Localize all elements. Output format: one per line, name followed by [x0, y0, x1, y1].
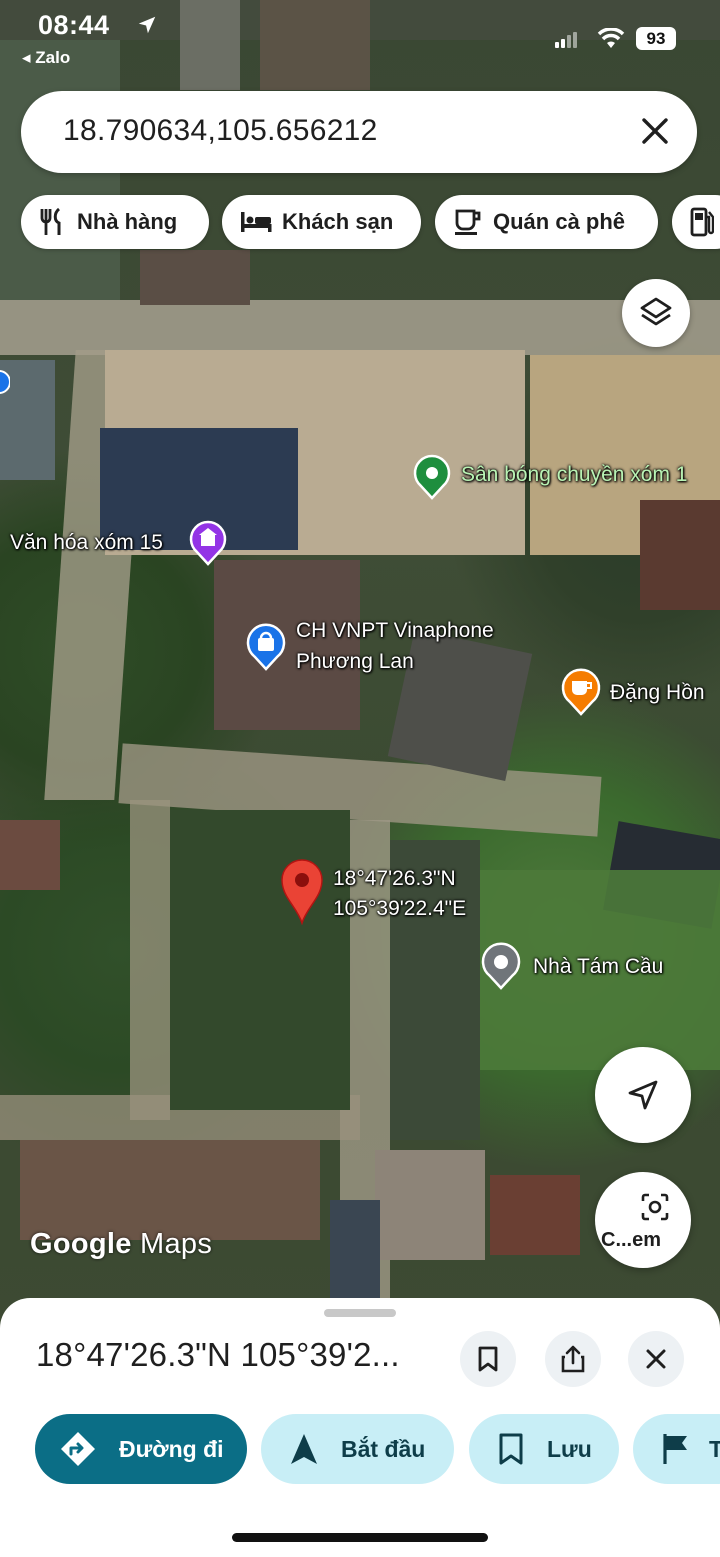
signal-icon [555, 32, 577, 48]
place-label-culture-house[interactable]: Văn hóa xóm 15 [10, 528, 163, 558]
chip-label: Nhà hàng [77, 209, 178, 234]
map-field [20, 1140, 320, 1240]
label-button-label: T [709, 1435, 720, 1462]
map-road [130, 800, 170, 1120]
status-time: 08:44 [38, 10, 110, 40]
map-building [640, 500, 720, 610]
place-label-vnpt-line1[interactable]: CH VNPT Vinaphone [296, 616, 494, 646]
search-bar[interactable]: 18.790634,105.656212 [21, 91, 697, 173]
map-building [140, 250, 250, 305]
navigation-arrow-icon [628, 1080, 658, 1110]
location-arrow-icon [138, 16, 156, 34]
camera-icon [641, 1193, 669, 1221]
maps-wordmark: Maps [140, 1228, 213, 1260]
directions-label: Đường đi [119, 1435, 224, 1462]
lens-label: C...em [601, 1229, 662, 1251]
bookmark-icon [499, 1433, 523, 1465]
map-building [330, 1200, 380, 1300]
chip-gas[interactable] [672, 195, 720, 249]
lens-button[interactable]: C...em [595, 1172, 691, 1268]
chip-hotels[interactable]: Khách sạn [222, 195, 421, 249]
save-icon-button[interactable] [460, 1331, 516, 1387]
restaurant-icon [40, 207, 61, 235]
back-to-app-link[interactable]: ◂ Zalo [22, 48, 70, 68]
start-button[interactable]: Bắt đầu [261, 1414, 454, 1484]
save-button[interactable]: Lưu [469, 1414, 619, 1484]
share-icon [561, 1345, 585, 1373]
share-button[interactable] [545, 1331, 601, 1387]
google-maps-attribution: Google Maps [30, 1228, 212, 1261]
map-field [170, 810, 350, 1110]
flag-icon [663, 1434, 687, 1464]
chip-label: Quán cà phê [493, 209, 626, 234]
my-location-button[interactable] [595, 1047, 691, 1143]
map-building [375, 1150, 485, 1260]
orange-cafe-pin[interactable] [560, 666, 602, 716]
close-sheet-button[interactable] [628, 1331, 684, 1387]
directions-button[interactable]: Đường đi [35, 1414, 247, 1484]
google-wordmark: Google [30, 1228, 132, 1260]
close-icon [646, 1349, 666, 1369]
map-building [0, 820, 60, 890]
place-title: 18°47'26.3"N 105°39'2... [36, 1336, 400, 1373]
save-label: Lưu [547, 1435, 592, 1462]
directions-icon [61, 1432, 95, 1466]
place-label-volleyball[interactable]: Sân bóng chuyền xóm 1 [461, 460, 688, 490]
chip-coffee[interactable]: Quán cà phê [435, 195, 658, 249]
search-query[interactable]: 18.790634,105.656212 [63, 114, 378, 148]
green-place-pin[interactable] [412, 452, 452, 500]
place-label-vnpt-line2[interactable]: Phương Lan [296, 647, 414, 677]
gas-station-icon [690, 207, 714, 237]
bookmark-icon [478, 1346, 498, 1372]
chip-label: Khách sạn [282, 209, 394, 234]
close-icon[interactable] [635, 111, 675, 151]
layers-button[interactable] [622, 279, 690, 347]
place-bottom-sheet[interactable]: 18°47'26.3"N 105°39'2... Đường đi Bắt đầ… [0, 1298, 720, 1557]
navigation-arrow-icon [291, 1434, 317, 1464]
pin-longitude-label: 105°39'22.4"E [333, 897, 467, 920]
place-label-dang-hon[interactable]: Đặng Hồn [610, 678, 705, 708]
map-building [490, 1175, 580, 1255]
purple-place-pin[interactable] [188, 518, 228, 566]
chip-restaurants[interactable]: Nhà hàng [21, 195, 209, 249]
drag-handle[interactable] [324, 1309, 396, 1317]
coffee-icon [455, 209, 481, 235]
home-indicator[interactable] [232, 1533, 488, 1542]
dropped-pin-icon[interactable] [279, 857, 325, 925]
hotel-icon [241, 212, 272, 232]
place-label-nha-tam-cau[interactable]: Nhà Tám Cầu [533, 952, 663, 982]
pin-latitude-label: 18°47'26.3"N [333, 867, 456, 890]
layers-icon [640, 297, 672, 326]
map-road [0, 300, 720, 355]
gray-place-pin[interactable] [480, 940, 522, 990]
label-button[interactable]: T [633, 1414, 720, 1484]
status-bar: 08:44 ◂ Zalo 93 [0, 0, 720, 80]
blue-shop-pin[interactable] [245, 621, 287, 671]
battery-level: 93 [636, 27, 676, 50]
start-label: Bắt đầu [341, 1435, 426, 1462]
wifi-icon [597, 28, 625, 48]
blue-place-pin[interactable] [0, 368, 10, 404]
